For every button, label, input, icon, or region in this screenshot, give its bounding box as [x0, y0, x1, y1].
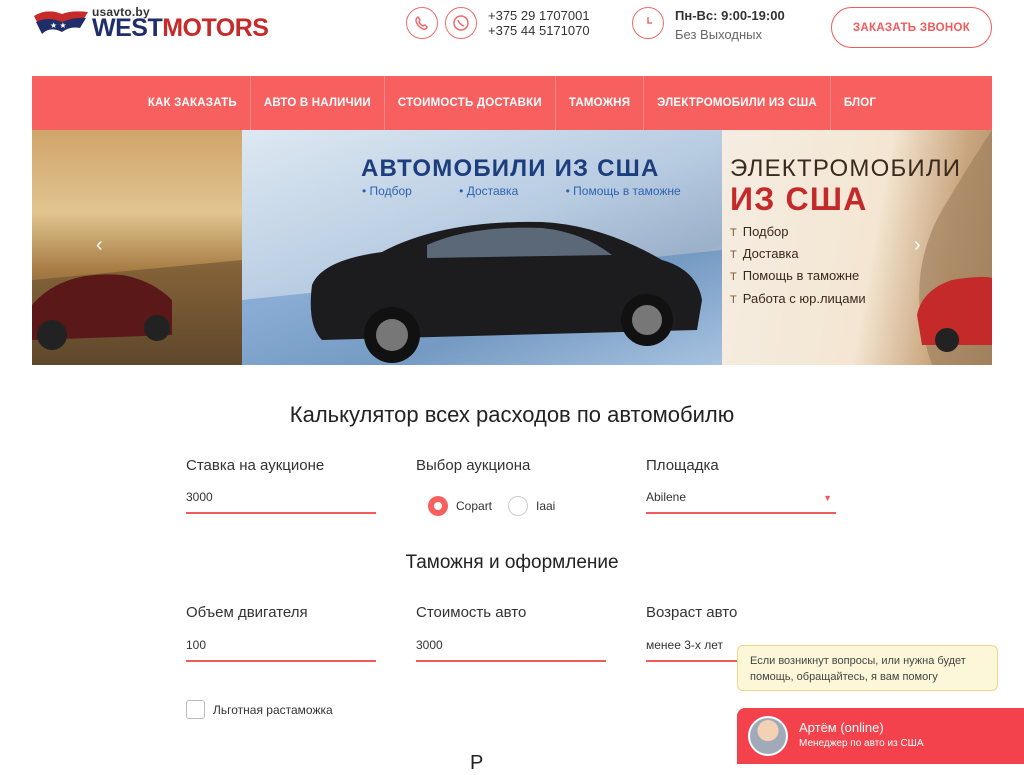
- age-label: Возраст авто: [646, 604, 738, 621]
- callback-button[interactable]: ЗАКАЗАТЬ ЗВОНОК: [831, 7, 992, 48]
- nav-customs[interactable]: ТАМОЖНЯ: [556, 76, 645, 130]
- phone-numbers[interactable]: +375 29 1707001 +375 44 5171070: [488, 8, 590, 38]
- radio-copart[interactable]: Copart: [428, 496, 492, 516]
- slide-right-point: T Работа с юр.лицами: [730, 291, 866, 306]
- dropdown-arrow-icon: ▼: [823, 493, 832, 503]
- engine-input[interactable]: 100: [186, 638, 376, 662]
- slide-main-points: • Подбор • Доставка • Помощь в таможне: [362, 184, 681, 198]
- site-select[interactable]: Abilene ▼: [646, 490, 836, 514]
- bid-label: Ставка на аукционе: [186, 457, 325, 474]
- slide-point: Помощь в таможне: [573, 184, 681, 198]
- chat-tooltip: Если возникнут вопросы, или нужна будет …: [737, 645, 998, 691]
- whatsapp-icon[interactable]: [445, 7, 477, 39]
- chat-agent-name: Артём (online): [799, 720, 884, 735]
- slide-main-title: АВТОМОБИЛИ ИЗ США: [361, 155, 660, 182]
- phone-1[interactable]: +375 29 1707001: [488, 8, 590, 23]
- radio-iaai[interactable]: Iaai: [508, 496, 555, 516]
- phone-2[interactable]: +375 44 5171070: [488, 23, 590, 38]
- slide-point: Доставка: [466, 184, 519, 198]
- svg-text:★ ★: ★ ★: [50, 21, 67, 30]
- tesla-bullet-icon: T: [730, 294, 737, 306]
- radio-iaai-label: Iaai: [536, 499, 556, 513]
- chat-avatar[interactable]: [748, 716, 788, 756]
- slide-right-subtitle: ИЗ США: [730, 181, 868, 217]
- nav-blog[interactable]: БЛОГ: [831, 76, 889, 130]
- tesla-bullet-icon: T: [730, 271, 737, 283]
- carousel-prev-icon[interactable]: ‹: [96, 234, 103, 257]
- tesla-bullet-icon: T: [730, 249, 737, 261]
- slide-right-point: T Помощь в таможне: [730, 268, 860, 283]
- nav-cars-in-stock[interactable]: АВТО В НАЛИЧИИ: [251, 76, 385, 130]
- slide-right-point: T Доставка: [730, 246, 799, 261]
- main-nav: КАК ЗАКАЗАТЬ АВТО В НАЛИЧИИ СТОИМОСТЬ ДО…: [32, 76, 992, 130]
- site-select-value: Abilene: [646, 490, 687, 504]
- radio-unchecked-icon: [508, 496, 528, 516]
- site-label: Площадка: [646, 457, 719, 474]
- slide-right-point: T Подбор: [730, 224, 789, 239]
- logo[interactable]: WESTMOTORS: [92, 14, 269, 43]
- radio-copart-label: Copart: [456, 499, 493, 513]
- nav-how-to-order[interactable]: КАК ЗАКАЗАТЬ: [135, 76, 251, 130]
- logo-flag-icon: ★ ★: [34, 11, 88, 34]
- price-label: Стоимость авто: [416, 604, 527, 621]
- price-input[interactable]: 3000: [416, 638, 606, 662]
- slide-point: Подбор: [369, 184, 412, 198]
- slide-right-title: ЭЛЕКТРОМОБИЛИ: [730, 155, 962, 182]
- logo-motors: MOTORS: [162, 14, 269, 42]
- chat-agent-role: Менеджер по авто из США: [799, 738, 924, 749]
- tesla-bullet-icon: T: [730, 227, 737, 239]
- engine-label: Объем двигателя: [186, 604, 308, 621]
- nav-electric-cars[interactable]: ЭЛЕКТРОМОБИЛИ ИЗ США: [644, 76, 831, 130]
- preferential-customs-checkbox[interactable]: [186, 700, 205, 719]
- working-days: Без Выходных: [675, 27, 762, 42]
- nav-delivery-cost[interactable]: СТОИМОСТЬ ДОСТАВКИ: [385, 76, 556, 130]
- preferential-customs-label: Льготная растаможка: [213, 703, 333, 717]
- clock-icon: [632, 7, 664, 39]
- radio-checked-icon: [428, 496, 448, 516]
- slide-left-image: [32, 130, 242, 365]
- auction-label: Выбор аукциона: [416, 457, 531, 474]
- carousel-next-icon[interactable]: ›: [914, 234, 921, 257]
- logo-west: WEST: [92, 14, 163, 42]
- working-hours: Пн-Вс: 9:00-19:00: [675, 8, 785, 23]
- calculator-title: Калькулятор всех расходов по автомобилю: [289, 402, 735, 427]
- bid-input[interactable]: 3000: [186, 490, 376, 514]
- viber-icon[interactable]: [406, 7, 438, 39]
- customs-title: Таможня и оформление: [405, 552, 619, 573]
